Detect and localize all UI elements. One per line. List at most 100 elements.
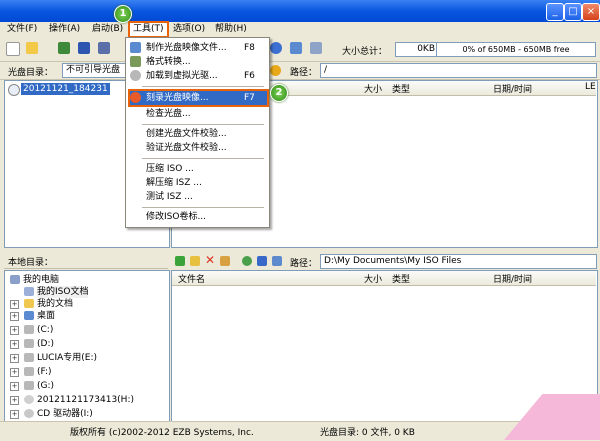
step-badge-2: 2 — [270, 84, 288, 102]
expand-icon[interactable]: + — [10, 396, 19, 405]
refresh-local-icon[interactable] — [242, 256, 252, 266]
menu-actions[interactable]: 操作(A) — [46, 22, 83, 37]
menu-help[interactable]: 帮助(H) — [212, 22, 250, 37]
help-icon[interactable] — [272, 256, 282, 266]
save-icon[interactable] — [78, 42, 90, 54]
boot-select[interactable]: 不可引导光盘 — [62, 63, 127, 78]
total-size-label: 大小总计： — [342, 47, 388, 57]
newfolder-icon[interactable] — [190, 256, 200, 266]
expand-icon[interactable]: + — [10, 312, 19, 321]
virtual-drive-icon — [24, 395, 34, 404]
cd-drive-icon — [24, 409, 34, 418]
rename-icon[interactable] — [220, 256, 230, 266]
title-bar — [0, 0, 600, 22]
expand-icon[interactable]: + — [10, 354, 19, 363]
menu-item-compress-iso[interactable]: 压缩 ISO ... — [146, 162, 194, 176]
tree-item-drive-h[interactable]: 20121121173413(H:) — [37, 394, 134, 406]
menu-separator — [142, 207, 264, 208]
expand-icon[interactable]: + — [10, 300, 19, 309]
menu-item-verify-checksum[interactable]: 验证光盘文件校验... — [146, 141, 227, 155]
make-image-icon — [130, 42, 141, 53]
expand-icon[interactable]: + — [10, 340, 19, 349]
mount-icon[interactable] — [290, 42, 302, 54]
menu-item-create-checksum[interactable]: 创建光盘文件校验... — [146, 127, 227, 141]
menu-item-test-isz[interactable]: 测试 ISZ ... — [146, 190, 193, 204]
shortcut-f6: F6 — [244, 71, 255, 81]
new-icon[interactable] — [6, 42, 20, 56]
menu-separator — [142, 86, 264, 87]
menu-item-decompress-isz[interactable]: 解压缩 ISZ ... — [146, 176, 202, 190]
menu-item-make-image[interactable]: 制作光盘映像文件... — [146, 41, 227, 55]
tree-item-drive-f[interactable]: (F:) — [37, 366, 52, 378]
extract-icon[interactable] — [58, 42, 70, 54]
tree-item-computer[interactable]: 我的电脑 — [23, 274, 59, 286]
capacity-bar: 0% of 650MB - 650MB free — [436, 42, 596, 57]
tree-item-my-docs[interactable]: 我的文档 — [37, 298, 73, 310]
col-filename[interactable]: 文件名 — [178, 272, 205, 285]
add-icon[interactable] — [310, 42, 322, 54]
drive-icon — [24, 353, 34, 362]
iso-folder-icon — [24, 287, 34, 296]
menu-item-edit-label[interactable]: 修改ISO卷标... — [146, 210, 206, 224]
col-le[interactable]: LE — [585, 82, 596, 92]
col-datetime-local[interactable]: 日期/时间 — [493, 272, 532, 285]
convert-icon — [130, 56, 141, 67]
burn-icon — [130, 92, 141, 103]
menu-item-burn[interactable]: 刻录光盘映像... — [146, 91, 209, 105]
expand-icon[interactable]: + — [10, 368, 19, 377]
disc-dir-label: 光盘目录： — [8, 68, 54, 78]
tree-item-iso-docs[interactable]: 我的ISO文档 — [37, 286, 89, 298]
copyright-text: 版权所有 (c)2002-2012 EZB Systems, Inc. — [70, 428, 254, 438]
step-badge-1: 1 — [114, 5, 132, 23]
tree-item-drive-c[interactable]: (C:) — [37, 324, 53, 336]
local-files-pane — [171, 270, 598, 422]
menu-bar: 文件(F) 操作(A) 启动(B) 工具(T) 选项(O) 帮助(H) — [0, 21, 600, 38]
menu-separator — [142, 158, 264, 159]
menu-file[interactable]: 文件(F) — [4, 22, 40, 37]
tools-menu: 制作光盘映像文件... F8 格式转换... 加载到虚拟光驱... F6 刻录光… — [125, 37, 270, 228]
tree-item-drive-i[interactable]: CD 驱动器(I:) — [37, 408, 93, 420]
disc-path-field[interactable]: / — [320, 63, 597, 78]
shortcut-f8: F8 — [244, 43, 255, 53]
menu-item-check-disc[interactable]: 检查光盘... — [146, 107, 191, 121]
folder-icon — [24, 299, 34, 308]
info-icon[interactable] — [270, 42, 282, 54]
computer-icon — [10, 275, 20, 284]
disc-path-label: 路径： — [290, 68, 318, 78]
up-icon[interactable] — [175, 256, 185, 266]
total-size-value: 0KB — [395, 42, 439, 57]
desktop-icon — [24, 311, 34, 320]
open-icon[interactable] — [26, 42, 38, 54]
menu-boot[interactable]: 启动(B) — [89, 22, 126, 37]
expand-icon[interactable]: + — [10, 410, 19, 419]
col-datetime[interactable]: 日期/时间 — [493, 82, 532, 95]
drive-icon — [24, 367, 34, 376]
tree-item-drive-e[interactable]: LUCIA专用(E:) — [37, 352, 97, 364]
menu-item-mount[interactable]: 加载到虚拟光驱... — [146, 69, 218, 83]
properties-icon[interactable] — [98, 42, 110, 54]
expand-icon[interactable]: + — [10, 382, 19, 391]
menu-options[interactable]: 选项(O) — [170, 22, 208, 37]
col-type-local[interactable]: 类型 — [392, 272, 410, 285]
local-files-header — [172, 271, 596, 286]
delete-icon[interactable]: ✕ — [205, 253, 215, 267]
tree-item-drive-g[interactable]: (G:) — [37, 380, 54, 392]
expand-icon[interactable]: + — [10, 326, 19, 335]
menu-item-convert[interactable]: 格式转换... — [146, 55, 191, 69]
settings-icon[interactable] — [257, 256, 267, 266]
col-size-local[interactable]: 大小 — [364, 272, 382, 285]
shortcut-f7: F7 — [244, 93, 255, 103]
local-path-field[interactable]: D:\My Documents\My ISO Files — [320, 254, 597, 269]
refresh-icon[interactable] — [270, 65, 281, 76]
disc-root-item[interactable]: 20121121_184231 — [21, 83, 110, 95]
maximize-button[interactable]: □ — [564, 3, 582, 21]
close-button[interactable]: × — [582, 3, 600, 21]
col-size[interactable]: 大小 — [364, 82, 382, 95]
minimize-button[interactable]: _ — [546, 3, 564, 21]
tree-item-drive-d[interactable]: (D:) — [37, 338, 54, 350]
tree-item-desktop[interactable]: 桌面 — [37, 310, 55, 322]
menu-tools[interactable]: 工具(T) — [128, 21, 169, 38]
local-path-label: 路径： — [290, 259, 318, 269]
drive-icon — [24, 339, 34, 348]
col-type[interactable]: 类型 — [392, 82, 410, 95]
